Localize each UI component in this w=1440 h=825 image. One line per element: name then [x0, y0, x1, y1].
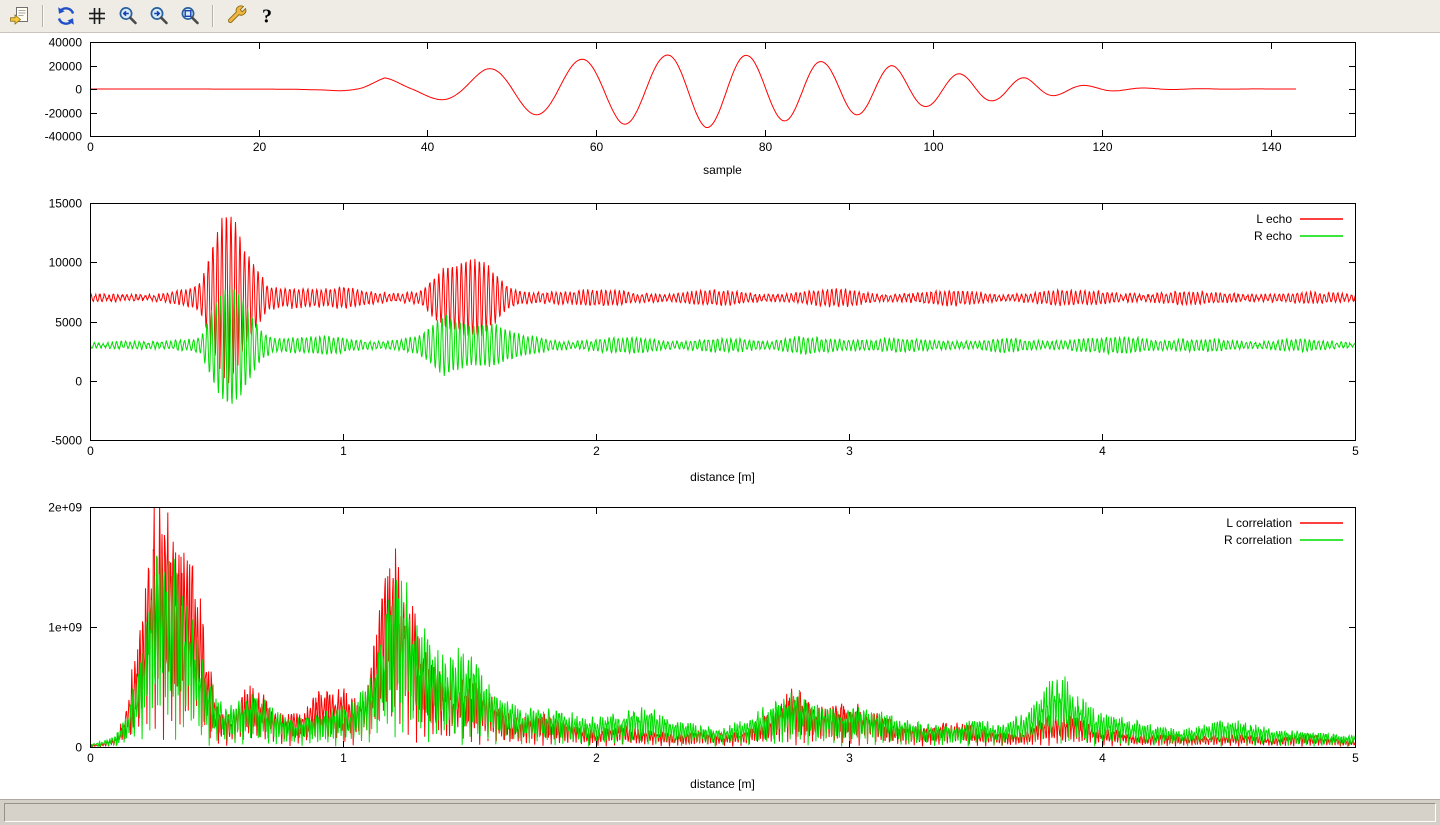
x-tick-label: 4 [1099, 751, 1106, 765]
x-tick-label: 140 [1261, 140, 1281, 154]
wrench-icon [224, 4, 248, 28]
x-tick-label: 2 [593, 751, 600, 765]
help-glyph: ? [262, 6, 272, 28]
y-tick-label: 0 [75, 375, 82, 389]
gnuplot-window: ? 020406080100120140-40000-2000002000040… [0, 0, 1440, 825]
legend-label: R echo [1254, 229, 1292, 243]
legend-label: R correlation [1224, 533, 1292, 547]
y-tick-label: 10000 [49, 256, 83, 270]
x-tick-label: 5 [1352, 751, 1359, 765]
x-tick-label: 5 [1352, 444, 1359, 458]
series-line [90, 217, 1355, 383]
x-tick-label: 4 [1099, 444, 1106, 458]
x-tick-label: 0 [87, 444, 94, 458]
replot-button[interactable] [52, 2, 80, 30]
status-text [4, 803, 1436, 822]
x-tick-label: 1 [340, 751, 347, 765]
y-tick-label: 0 [75, 741, 82, 755]
x-tick-label: 20 [253, 140, 267, 154]
y-tick-label: 40000 [49, 36, 83, 50]
x-tick-label: 80 [759, 140, 773, 154]
x-tick-label: 100 [923, 140, 943, 154]
help-button[interactable]: ? [253, 2, 281, 30]
x-tick-label: 0 [87, 140, 94, 154]
x-tick-label: 3 [846, 751, 853, 765]
grid-icon [85, 4, 109, 28]
plots-canvas[interactable]: 020406080100120140-40000-200000200004000… [0, 34, 1440, 799]
series-line [90, 503, 1355, 747]
plot-border [91, 508, 1356, 748]
x-tick-label: 60 [590, 140, 604, 154]
y-tick-label: 1e+09 [48, 621, 82, 635]
plot-area[interactable]: 020406080100120140-40000-200000200004000… [0, 34, 1440, 799]
x-tick-label: 1 [340, 444, 347, 458]
plot-border [91, 204, 1356, 441]
zoom-previous-button[interactable] [114, 2, 142, 30]
zoom-previous-icon [116, 4, 140, 28]
x-axis-label: distance [m] [690, 777, 755, 791]
legend-label: L echo [1256, 212, 1292, 226]
zoom-next-button[interactable] [145, 2, 173, 30]
autoscale-icon [178, 4, 202, 28]
series-line [90, 286, 1355, 404]
x-axis-label: sample [703, 163, 742, 177]
toolbar-separator [42, 5, 44, 27]
copy-clipboard-icon [8, 4, 32, 28]
x-tick-label: 40 [421, 140, 435, 154]
echo-signals [90, 217, 1355, 404]
series-line [90, 55, 1296, 128]
toggle-grid-button[interactable] [83, 2, 111, 30]
y-tick-label: -5000 [51, 434, 82, 448]
y-tick-label: 15000 [49, 197, 83, 211]
correlations [90, 503, 1355, 747]
x-tick-label: 2 [593, 444, 600, 458]
copy-clipboard-button[interactable] [6, 2, 34, 30]
y-tick-label: -20000 [45, 107, 83, 121]
pulse-waveform [90, 55, 1296, 128]
status-bar [0, 799, 1440, 825]
replot-icon [54, 4, 78, 28]
autoscale-button[interactable] [176, 2, 204, 30]
settings-button[interactable] [222, 2, 250, 30]
toolbar: ? [0, 0, 1440, 33]
zoom-next-icon [147, 4, 171, 28]
y-tick-label: 2e+09 [48, 501, 82, 515]
y-tick-label: 5000 [55, 316, 82, 330]
y-tick-label: 0 [75, 83, 82, 97]
x-tick-label: 3 [846, 444, 853, 458]
y-tick-label: -40000 [45, 130, 83, 144]
y-tick-label: 20000 [49, 60, 83, 74]
x-tick-label: 120 [1092, 140, 1112, 154]
help-icon: ? [255, 4, 279, 28]
toolbar-separator [212, 5, 214, 27]
x-axis-label: distance [m] [690, 470, 755, 484]
x-tick-label: 0 [87, 751, 94, 765]
series-line [90, 554, 1355, 747]
legend-label: L correlation [1226, 516, 1292, 530]
